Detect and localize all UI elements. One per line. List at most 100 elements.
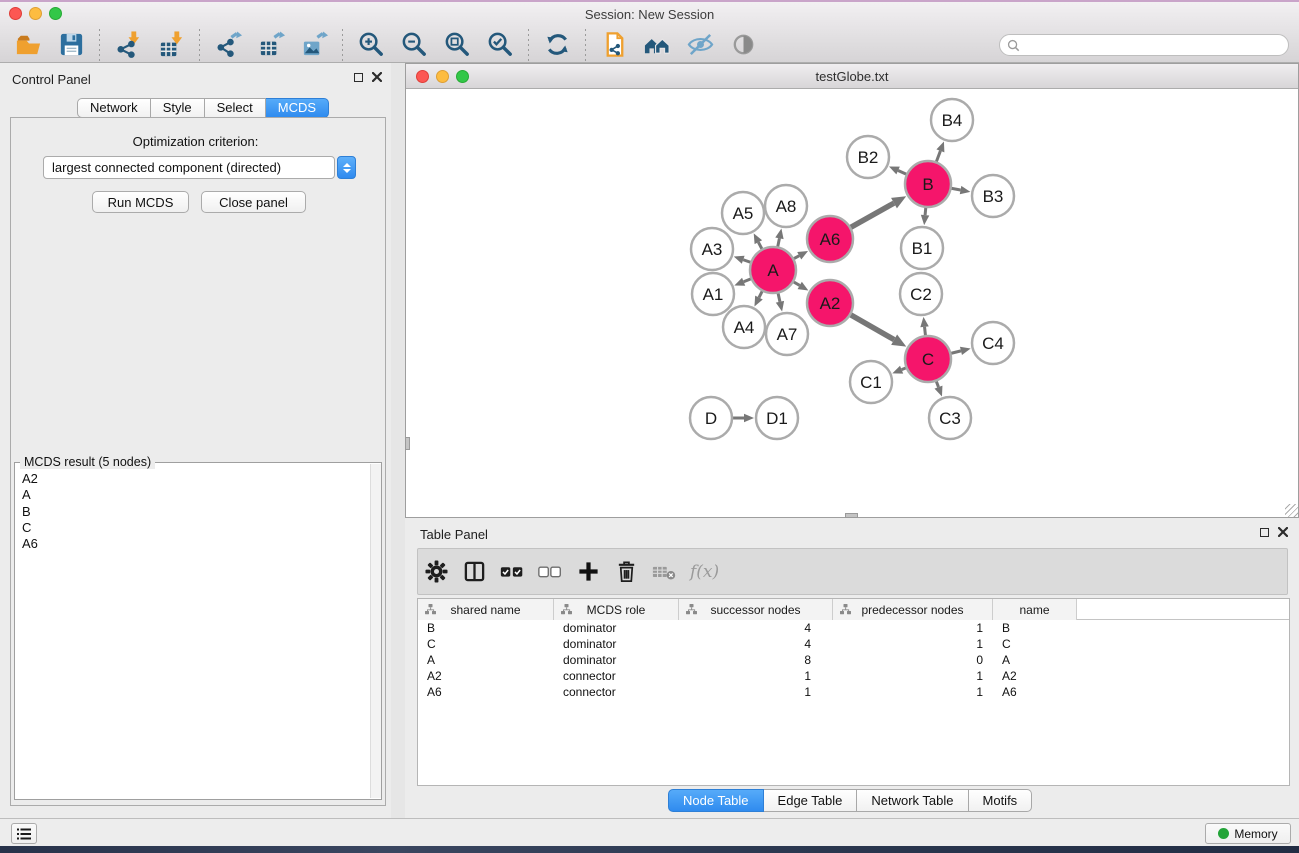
network-canvas[interactable]: A A1 A2 A3 A4 A5 A6 A7 A8 B B1 B2 B3 B4 C C1 C2 C3 C4 D D1	[406, 89, 1298, 517]
import-table-icon[interactable]	[155, 29, 187, 61]
save-session-icon[interactable]	[55, 29, 87, 61]
mcds-result-box: MCDS result (5 nodes) A2ABCA6	[14, 462, 382, 800]
graph-node-B2[interactable]: B2	[847, 136, 889, 178]
graph-node-A8[interactable]: A8	[765, 185, 807, 227]
table-row[interactable]: Bdominator41B	[418, 620, 1289, 636]
tab-style[interactable]: Style	[151, 98, 205, 118]
network-window-titlebar[interactable]: testGlobe.txt	[406, 64, 1298, 89]
close-table-panel-icon[interactable]	[1278, 527, 1288, 537]
apply-layout-icon[interactable]	[541, 29, 573, 61]
task-history-button[interactable]	[11, 823, 37, 844]
graph-node-A1[interactable]: A1	[692, 273, 734, 315]
graph-node-D[interactable]: D	[690, 397, 732, 439]
column-header-MCDS-role[interactable]: MCDS role	[554, 599, 679, 620]
graph-node-C2[interactable]: C2	[900, 273, 942, 315]
result-scrollbar[interactable]	[370, 464, 381, 798]
graph-node-C3[interactable]: C3	[929, 397, 971, 439]
zoom-in-icon[interactable]	[355, 29, 387, 61]
hide-graphics-details-icon[interactable]	[684, 29, 716, 61]
edge-arrowhead	[775, 229, 783, 240]
result-item[interactable]: A	[22, 487, 369, 503]
tab-network[interactable]: Network	[77, 98, 151, 118]
export-image-icon[interactable]	[298, 29, 330, 61]
graph-node-A5[interactable]: A5	[722, 192, 764, 234]
table-panel-tabs: Node TableEdge TableNetwork TableMotifs	[668, 789, 1032, 812]
mcds-result-list[interactable]: A2ABCA6	[15, 466, 369, 799]
function-builder-icon[interactable]: f(x)	[690, 562, 719, 582]
list-icon	[17, 828, 31, 840]
tab-mcds[interactable]: MCDS	[266, 98, 329, 118]
graph-node-A7[interactable]: A7	[766, 313, 808, 355]
memory-button[interactable]: Memory	[1205, 823, 1291, 844]
column-header-successor-nodes[interactable]: successor nodes	[679, 599, 833, 620]
column-header-predecessor-nodes[interactable]: predecessor nodes	[833, 599, 993, 620]
search-input[interactable]	[1020, 36, 1288, 54]
clone-network-icon[interactable]	[598, 29, 630, 61]
criterion-dropdown[interactable]: largest connected component (directed)	[43, 156, 356, 179]
result-item[interactable]: A6	[22, 536, 369, 552]
zoom-fit-icon[interactable]	[441, 29, 473, 61]
graph-node-A[interactable]: A	[750, 247, 796, 293]
graph-node-C4[interactable]: C4	[972, 322, 1014, 364]
result-item[interactable]: A2	[22, 471, 369, 487]
tab-network-table[interactable]: Network Table	[857, 789, 968, 812]
search-field[interactable]	[999, 34, 1289, 56]
result-item[interactable]: C	[22, 520, 369, 536]
export-network-icon[interactable]	[212, 29, 244, 61]
tab-node-table[interactable]: Node Table	[668, 789, 764, 812]
table-row[interactable]: A6connector11A6	[418, 684, 1289, 700]
table-cell: connector	[554, 669, 679, 683]
table-row[interactable]: Adominator80A	[418, 652, 1289, 668]
graph-node-B[interactable]: B	[905, 161, 951, 207]
table-row[interactable]: A2connector11A2	[418, 668, 1289, 684]
close-panel-icon[interactable]	[372, 72, 382, 82]
table-panel-title: Table Panel	[420, 527, 488, 542]
first-neighbors-icon[interactable]	[641, 29, 673, 61]
graph-node-D1[interactable]: D1	[756, 397, 798, 439]
result-item[interactable]: B	[22, 504, 369, 520]
svg-text:C3: C3	[939, 409, 961, 428]
node-table-body: Bdominator41BCdominator41CAdominator80AA…	[418, 620, 1289, 700]
zoom-out-icon[interactable]	[398, 29, 430, 61]
tab-select[interactable]: Select	[205, 98, 266, 118]
graph-node-A4[interactable]: A4	[723, 306, 765, 348]
table-toolbar: f(x)	[417, 548, 1288, 595]
graph-node-B4[interactable]: B4	[931, 99, 973, 141]
node-table[interactable]: shared nameMCDS rolesuccessor nodesprede…	[417, 598, 1290, 786]
import-network-icon[interactable]	[112, 29, 144, 61]
float-table-panel-icon[interactable]	[1260, 528, 1269, 537]
graph-node-C[interactable]: C	[905, 336, 951, 382]
application-window: Session: New Session	[0, 0, 1299, 853]
graph-node-C1[interactable]: C1	[850, 361, 892, 403]
divider-handle-left[interactable]	[405, 437, 410, 450]
show-column-icon[interactable]	[462, 560, 486, 584]
resize-grip-icon[interactable]	[1285, 504, 1298, 517]
table-panel: Table Panel	[405, 518, 1299, 818]
select-all-checkboxes-icon[interactable]	[500, 560, 524, 584]
graph-node-B3[interactable]: B3	[972, 175, 1014, 217]
zoom-selected-icon[interactable]	[484, 29, 516, 61]
graph-node-A2[interactable]: A2	[807, 280, 853, 326]
run-mcds-button[interactable]: Run MCDS	[92, 191, 189, 213]
export-table-icon[interactable]	[255, 29, 287, 61]
delete-column-trash-icon[interactable]	[614, 560, 638, 584]
graph-node-B1[interactable]: B1	[901, 227, 943, 269]
table-cell: A	[418, 653, 554, 667]
optimization-criterion-label: Optimization criterion:	[0, 134, 391, 149]
tab-edge-table[interactable]: Edge Table	[764, 789, 858, 812]
add-column-icon[interactable]	[576, 560, 600, 584]
control-panel-title: Control Panel	[12, 72, 91, 87]
tab-motifs[interactable]: Motifs	[969, 789, 1033, 812]
table-row[interactable]: Cdominator41C	[418, 636, 1289, 652]
column-header-shared-name[interactable]: shared name	[418, 599, 554, 620]
table-options-gear-icon[interactable]	[424, 560, 448, 584]
column-header-name[interactable]: name	[993, 599, 1077, 620]
graph-node-A6[interactable]: A6	[807, 216, 853, 262]
delete-table-icon[interactable]	[652, 560, 676, 584]
close-panel-button[interactable]: Close panel	[201, 191, 306, 213]
open-file-icon[interactable]	[12, 29, 44, 61]
show-graphics-details-icon[interactable]	[727, 29, 759, 61]
deselect-all-checkboxes-icon[interactable]	[538, 560, 562, 584]
float-panel-icon[interactable]	[354, 73, 363, 82]
graph-node-A3[interactable]: A3	[691, 228, 733, 270]
